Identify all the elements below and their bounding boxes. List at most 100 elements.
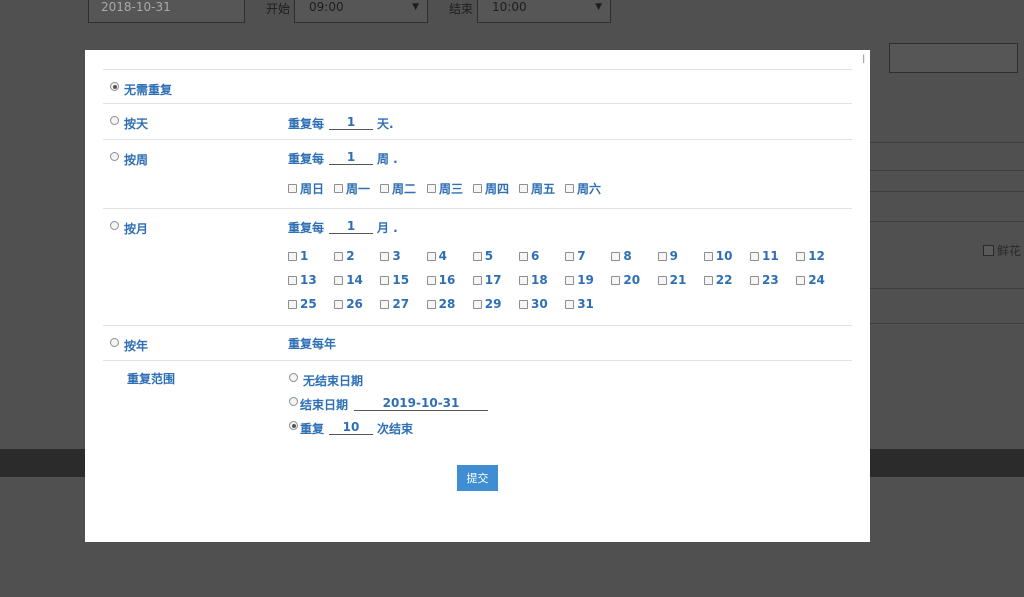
end-date-input[interactable]: [354, 395, 488, 411]
checkbox-box: [519, 184, 528, 193]
monthday-checkbox[interactable]: 22: [703, 273, 733, 287]
monthday-checkbox[interactable]: 7: [565, 249, 586, 263]
radio-repeat-count[interactable]: [289, 421, 298, 430]
monthday-checkbox[interactable]: 15: [380, 273, 409, 287]
divider: [103, 139, 852, 140]
monthday-checkbox[interactable]: 29: [472, 297, 502, 311]
monthday-checkbox[interactable]: 14: [334, 273, 363, 287]
radio-end-date[interactable]: [289, 397, 298, 406]
checkbox-box: [519, 299, 528, 309]
checkbox-box: [472, 299, 482, 309]
monthday-label: 29: [484, 297, 502, 311]
monthday-label: 8: [623, 249, 632, 263]
weekday-label: 周三: [439, 182, 464, 196]
weekday-label: 周一: [346, 182, 371, 196]
checkbox-box: [334, 299, 344, 309]
monthday-label: 13: [300, 273, 317, 287]
monthday-label: 4: [438, 249, 447, 263]
weekday-checkbox[interactable]: 周一: [334, 180, 370, 197]
monthday-checkbox[interactable]: 27: [380, 297, 409, 311]
monthday-checkbox[interactable]: 11: [750, 249, 779, 263]
close-icon[interactable]: ǀ: [862, 54, 865, 64]
radio-monthly[interactable]: [110, 221, 119, 230]
monthday-checkbox[interactable]: 28: [426, 297, 455, 311]
daily-interval-input[interactable]: [329, 114, 373, 130]
monthday-checkbox[interactable]: 26: [334, 297, 363, 311]
checkbox-box: [334, 275, 344, 285]
monthday-checkbox[interactable]: 18: [519, 273, 548, 287]
radio-yearly[interactable]: [110, 338, 119, 347]
range-label: 重复范围: [127, 372, 176, 386]
checkbox-box: [519, 275, 528, 285]
monthday-checkbox[interactable]: 12: [796, 249, 825, 263]
monthday-checkbox[interactable]: 24: [796, 273, 825, 287]
option-label-no-repeat: 无需重复: [124, 83, 173, 97]
monthday-checkbox[interactable]: 9: [657, 249, 678, 263]
monthday-label: 16: [438, 273, 456, 287]
checkbox-box: [472, 251, 482, 261]
weekday-checkbox[interactable]: 周三: [427, 180, 463, 197]
monthday-label: 19: [577, 273, 594, 287]
weekday-checkbox[interactable]: 周二: [380, 180, 416, 197]
weekday-label: 周日: [300, 182, 325, 196]
monthday-checkbox[interactable]: 30: [519, 297, 548, 311]
weekly-prefix: 重复每: [288, 152, 325, 166]
divider: [103, 69, 852, 70]
start-label: 开始: [266, 2, 291, 16]
monthday-checkbox[interactable]: 19: [565, 273, 594, 287]
repeat-count-input[interactable]: [329, 419, 373, 435]
monthday-checkbox[interactable]: 1: [288, 249, 308, 263]
monthday-checkbox[interactable]: 8: [611, 249, 632, 263]
checkbox-box: [426, 251, 436, 261]
checkbox-box: [426, 275, 436, 285]
checkbox-box: [703, 251, 713, 261]
monthday-label: 2: [346, 249, 355, 263]
option-label-monthly: 按月: [124, 222, 149, 236]
monthday-label: 14: [346, 273, 363, 287]
radio-daily[interactable]: [110, 116, 119, 125]
divider: [870, 221, 1024, 222]
divider: [870, 142, 1024, 143]
checkbox-box: [565, 299, 575, 309]
radio-no-end-date[interactable]: [289, 373, 298, 382]
radio-no-repeat[interactable]: [110, 82, 119, 91]
monthday-label: 1: [300, 249, 309, 263]
monthday-label: 23: [762, 273, 779, 287]
checkbox-box: [750, 251, 759, 261]
weekday-checkbox[interactable]: 周四: [473, 180, 509, 197]
monthday-label: 21: [669, 273, 687, 287]
repeat-prefix: 重复: [300, 422, 325, 436]
monthday-checkbox[interactable]: 20: [611, 273, 640, 287]
side-input[interactable]: [889, 43, 1018, 73]
monthday-checkbox[interactable]: 5: [472, 249, 493, 263]
monthday-checkbox[interactable]: 4: [426, 249, 447, 263]
monthday-checkbox[interactable]: 2: [334, 249, 355, 263]
divider: [870, 170, 1024, 171]
start-time-select[interactable]: 09:00 ▼: [294, 0, 428, 23]
weekly-interval-input[interactable]: [329, 149, 373, 165]
weekday-checkbox[interactable]: 周日: [288, 180, 324, 197]
checkbox-box: [611, 251, 621, 261]
date-input[interactable]: 2018-10-31: [88, 0, 245, 23]
checkbox-box: [288, 275, 297, 285]
monthday-checkbox[interactable]: 16: [426, 273, 456, 287]
monthday-label: 9: [669, 249, 678, 263]
monthday-checkbox[interactable]: 21: [657, 273, 687, 287]
radio-weekly[interactable]: [110, 152, 119, 161]
weekday-checkbox[interactable]: 周五: [519, 180, 555, 197]
submit-button[interactable]: 提交: [457, 465, 498, 491]
monthday-label: 15: [392, 273, 410, 287]
flower-checkbox[interactable]: 鲜花: [983, 242, 1021, 259]
weekday-checkbox[interactable]: 周六: [565, 180, 601, 197]
monthday-checkbox[interactable]: 13: [288, 273, 317, 287]
monthly-interval-input[interactable]: [329, 218, 373, 234]
chevron-down-icon: ▼: [595, 2, 602, 12]
monthday-checkbox[interactable]: 23: [750, 273, 779, 287]
end-time-select[interactable]: 10:00 ▼: [477, 0, 611, 23]
monthday-checkbox[interactable]: 25: [288, 297, 317, 311]
monthday-checkbox[interactable]: 6: [519, 249, 539, 263]
monthday-checkbox[interactable]: 31: [565, 297, 594, 311]
monthday-checkbox[interactable]: 17: [472, 273, 502, 287]
monthday-checkbox[interactable]: 3: [380, 249, 401, 263]
monthday-checkbox[interactable]: 10: [703, 249, 733, 263]
